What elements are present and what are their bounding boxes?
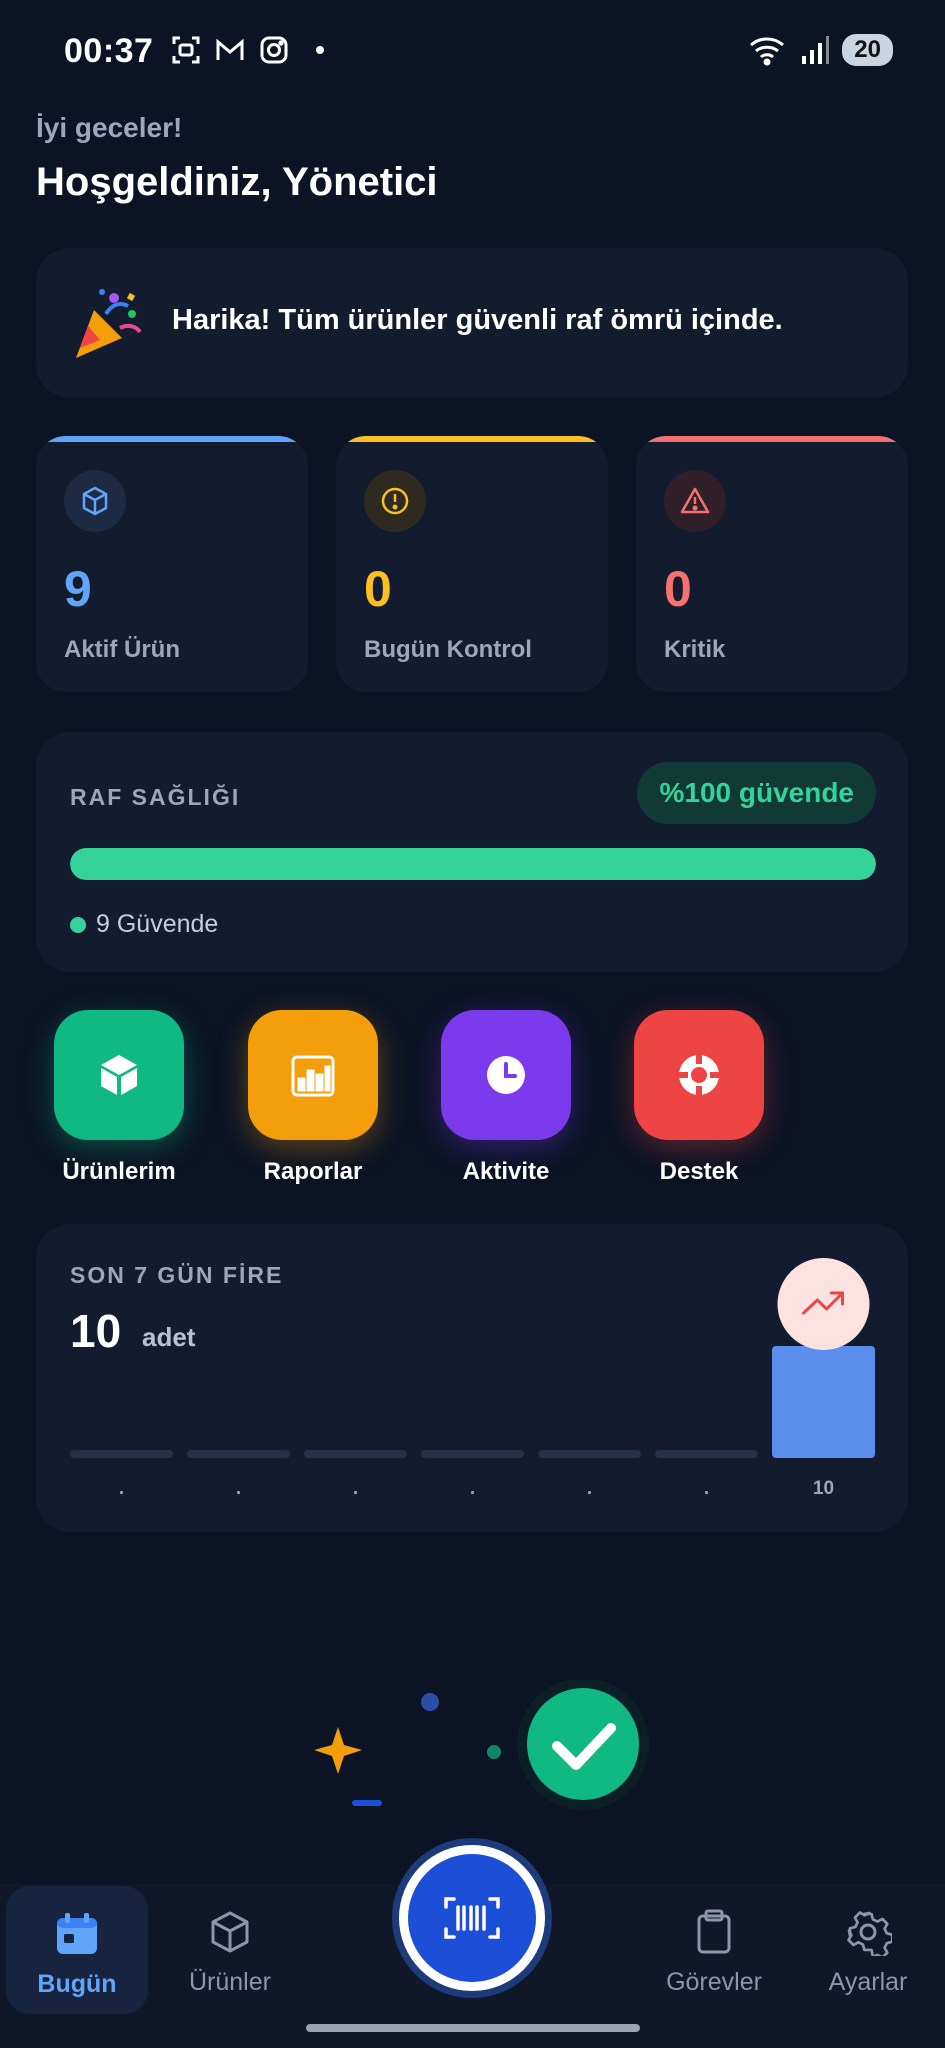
legend-label: 9 Güvende <box>96 910 219 938</box>
card-accent <box>636 436 908 442</box>
nav-label: Bugün <box>37 1970 117 1998</box>
status-bar: 00:37 20 <box>0 0 945 104</box>
wifi-icon <box>750 37 785 66</box>
chart-bar <box>772 1346 875 1458</box>
health-progress-fill <box>70 848 876 880</box>
barcode-scan-icon <box>408 1854 536 1982</box>
chart-bar <box>538 1450 641 1458</box>
stat-card-today[interactable]: 0 Bugün Kontrol <box>336 436 608 692</box>
notification-icons <box>170 34 324 66</box>
box-icon <box>54 1010 184 1140</box>
safe-percent-badge: %100 güvende <box>637 762 876 824</box>
chart-value-label: . <box>119 1478 124 1499</box>
home-indicator <box>306 2024 640 2032</box>
shelf-health-title: RAF SAĞLIĞI <box>70 784 241 810</box>
quick-action-activity[interactable]: Aktivite <box>421 1010 591 1186</box>
quick-action-label: Ürünlerim <box>62 1158 176 1185</box>
quick-action-label: Raporlar <box>263 1158 363 1185</box>
confetti-dot <box>421 1693 439 1711</box>
quick-action-products[interactable]: Ürünlerim <box>34 1010 204 1186</box>
greeting-text: İyi geceler! <box>36 112 183 143</box>
chart-value-label: . <box>470 1478 475 1499</box>
chart-bar <box>70 1450 173 1458</box>
quick-action-support[interactable]: Destek <box>614 1010 784 1186</box>
chart-bar <box>304 1450 407 1458</box>
card-accent <box>36 436 308 442</box>
stat-label: Bugün Kontrol <box>364 636 532 663</box>
lifebuoy-icon <box>634 1010 764 1140</box>
clock-icon <box>441 1010 571 1140</box>
alert-circle-icon <box>364 470 426 532</box>
chart-value-label: 10 <box>813 1478 834 1499</box>
scan-button-border <box>399 1845 545 1991</box>
nav-label: Ayarlar <box>828 1968 908 1996</box>
chart-bar <box>187 1450 290 1458</box>
chart-value-label: . <box>236 1478 241 1499</box>
nav-settings[interactable]: Ayarlar <box>798 1884 938 2014</box>
cube-icon <box>160 1904 300 1960</box>
chart-value-label: . <box>353 1478 358 1499</box>
nav-today[interactable]: Bugün <box>6 1886 148 2014</box>
warning-triangle-icon <box>664 470 726 532</box>
stat-label: Kritik <box>664 636 726 663</box>
legend-dot <box>70 916 86 933</box>
nav-products[interactable]: Ürünler <box>160 1884 300 2014</box>
chart-bar <box>655 1450 758 1458</box>
gmail-icon <box>216 38 244 60</box>
cube-icon <box>64 470 126 532</box>
gear-icon <box>798 1904 938 1960</box>
calendar-icon <box>6 1906 148 1962</box>
health-progress-bar <box>70 848 876 880</box>
waste-card[interactable]: SON 7 GÜN FİRE 10 adet ...... 10 <box>36 1224 908 1532</box>
stat-value: 9 <box>64 561 92 617</box>
bar-chart-icon <box>248 1010 378 1140</box>
scan-button[interactable] <box>392 1838 552 1998</box>
quick-action-label: Aktivite <box>462 1158 550 1185</box>
celebration-illustration <box>314 1680 649 1810</box>
banner-message: Harika! Tüm ürünler güvenli raf ömrü içi… <box>172 304 783 336</box>
chart-value-label: . <box>587 1478 592 1499</box>
shelf-health-card: RAF SAĞLIĞI %100 güvende 9 Güvende <box>36 732 908 972</box>
app-screen: 00:37 20 İyi geceler! Hoşgeldiniz, Yönet… <box>0 0 945 2048</box>
more-notifications-dot <box>316 46 324 54</box>
waste-bar-chart: ...... 10 <box>70 1258 875 1499</box>
sparkle-icon <box>314 1727 362 1774</box>
nav-label: Görevler <box>666 1968 762 1996</box>
stat-value: 0 <box>664 561 692 617</box>
quick-action-label: Destek <box>659 1158 739 1185</box>
nav-tasks[interactable]: Görevler <box>644 1884 784 2014</box>
stat-label: Aktif Ürün <box>64 636 180 663</box>
chart-bar <box>421 1450 524 1458</box>
chart-value-label: . <box>704 1478 709 1499</box>
welcome-title: Hoşgeldiniz, Yönetici <box>36 160 438 204</box>
confetti-dash <box>352 1800 382 1806</box>
health-legend: 9 Güvende <box>70 910 218 939</box>
card-accent <box>336 436 608 442</box>
battery-indicator: 20 <box>842 34 893 66</box>
quick-action-reports[interactable]: Raporlar <box>228 1010 398 1186</box>
status-time: 00:37 <box>64 32 154 70</box>
signal-icon <box>802 36 830 64</box>
stat-card-critical[interactable]: 0 Kritik <box>636 436 908 692</box>
status-banner: Harika! Tüm ürünler güvenli raf ömrü içi… <box>36 248 908 398</box>
clipboard-icon <box>644 1904 784 1960</box>
party-popper-icon <box>76 289 142 358</box>
confetti-dot <box>487 1745 501 1759</box>
success-check-icon <box>527 1688 639 1800</box>
stat-card-active[interactable]: 9 Aktif Ürün <box>36 436 308 692</box>
instagram-icon <box>260 36 288 64</box>
nav-label: Ürünler <box>189 1968 271 1996</box>
screenshot-icon <box>172 36 200 64</box>
stat-value: 0 <box>364 561 392 617</box>
system-icons: 20 <box>748 34 893 66</box>
